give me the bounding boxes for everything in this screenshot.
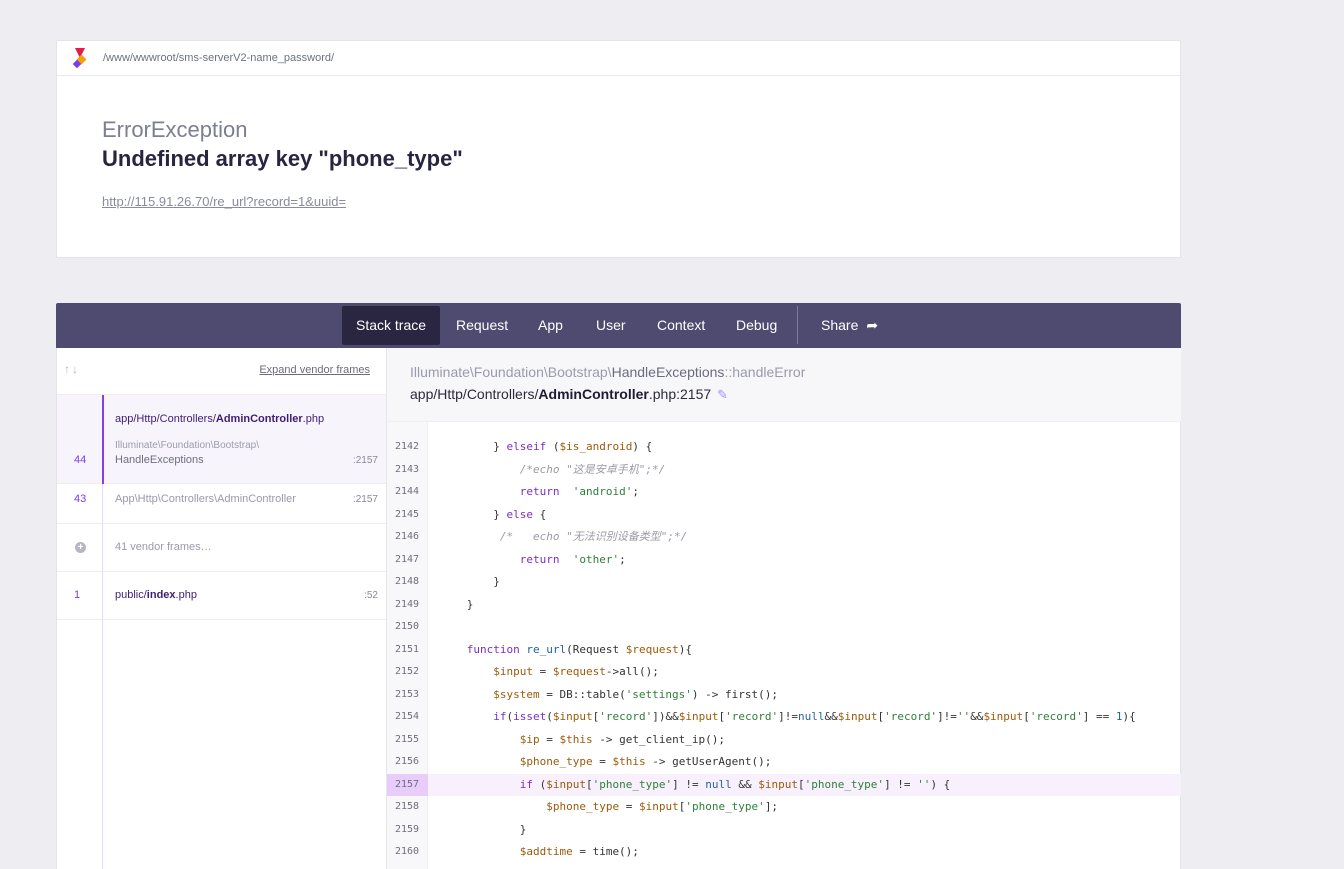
code-line: 2150 [395, 621, 420, 632]
frames-list: ↑↓ Expand vendor frames app/Http/Control… [57, 348, 387, 869]
frame-item-selected[interactable]: app/Http/Controllers/AdminController.php… [57, 395, 386, 484]
tab-stack-trace[interactable]: Stack trace [342, 306, 441, 345]
tab-debug[interactable]: Debug [722, 306, 791, 345]
frame-line: :2157 [352, 494, 378, 505]
code-line: 2148 } [395, 575, 500, 588]
frame-number: 1 [74, 589, 81, 601]
code-line: 2152 $input = $request->all(); [395, 665, 659, 678]
tab-bar: Stack trace Request App User Context Deb… [56, 303, 1181, 348]
share-button[interactable]: Share ➦ [807, 306, 892, 345]
frame-connector [102, 620, 103, 869]
frame-number: 44 [74, 454, 87, 466]
tab-user[interactable]: User [582, 306, 640, 345]
tab-request[interactable]: Request [442, 306, 522, 345]
frame-connector [102, 484, 103, 523]
code-line: 2155 $ip = $this -> get_client_ip(); [395, 732, 726, 746]
code-line: 2142 } elseif ($is_android) { [395, 440, 653, 453]
request-url-link[interactable]: http://115.91.26.70/re_url?record=1&uuid… [102, 194, 346, 209]
code-line: 2143 /*echo "这是安卓手机";*/ [395, 462, 666, 476]
edit-pencil-icon[interactable]: ✎ [717, 387, 728, 403]
code-line: 2146 /* echo "无法识别设备类型";*/ [395, 530, 688, 543]
code-line: 2158 $phone_type = $input['phone_type']; [395, 800, 779, 813]
share-arrow-icon: ➦ [866, 317, 879, 333]
frame-line: :2157 [352, 455, 378, 466]
frame-file: public/index.php [115, 589, 197, 601]
frame-item-43[interactable]: 43 App\Http\Controllers\AdminController … [57, 484, 386, 524]
selected-indicator [102, 395, 104, 484]
code-line: 2156 $phone_type = $this -> getUserAgent… [395, 755, 772, 768]
frame-line: :52 [364, 590, 378, 601]
frame-connector [102, 524, 103, 571]
vendor-frames-toggle[interactable]: + 41 vendor frames… [57, 524, 386, 572]
frames-header: ↑↓ Expand vendor frames [57, 348, 386, 395]
code-line-highlighted: 2157 if ($input['phone_type'] != null &&… [387, 773, 1181, 796]
frame-class: App\Http\Controllers\AdminController [115, 493, 296, 505]
share-label: Share [821, 317, 859, 333]
code-line: 2153 $system = DB::table('settings') -> … [395, 687, 779, 701]
code-line: 2160 $addtime = time(); [395, 845, 639, 858]
code-line: 2145 } else { [395, 507, 547, 521]
frame-class: Illuminate\Foundation\Bootstrap\ HandleEx… [115, 440, 259, 466]
frame-file: app/Http/Controllers/AdminController.php [115, 413, 325, 425]
source-file: app/Http/Controllers/AdminController.php… [410, 386, 729, 403]
code-snippet: 2142 } elseif ($is_android) { 2143 /*ech… [387, 422, 1181, 869]
vendor-frames-label: 41 vendor frames… [115, 541, 212, 553]
code-line: 2159 } [395, 822, 527, 836]
frame-connector [102, 572, 103, 619]
frame-number: 43 [74, 493, 87, 505]
stack-trace-panel: ↑↓ Expand vendor frames app/Http/Control… [56, 348, 1181, 869]
exception-class: ErrorException [102, 117, 248, 142]
source-view: Illuminate\Foundation\Bootstrap\HandleEx… [387, 348, 1181, 869]
exception-message: Undefined array key "phone_type" [102, 146, 463, 171]
ignition-logo-icon [72, 48, 87, 69]
frame-item-1[interactable]: 1 public/index.php :52 [57, 572, 386, 620]
code-line: 2151 function re_url(Request $request){ [395, 642, 692, 656]
code-line: 2144 return 'android'; [395, 485, 639, 498]
tab-app[interactable]: App [524, 306, 577, 345]
expand-plus-icon: + [75, 542, 86, 553]
tab-divider [797, 306, 798, 344]
expand-vendor-frames-link[interactable]: Expand vendor frames [259, 364, 370, 376]
project-path: /www/wwwroot/sms-serverV2-name_password/ [103, 52, 335, 64]
error-header-card: /www/wwwroot/sms-serverV2-name_password/… [56, 40, 1181, 258]
code-line: 2149 } [395, 597, 474, 611]
source-header: Illuminate\Foundation\Bootstrap\HandleEx… [387, 348, 1181, 422]
path-bar: /www/wwwroot/sms-serverV2-name_password/ [57, 41, 1180, 76]
code-line: 2154 if(isset($input['record'])&&$input[… [395, 710, 1136, 723]
code-line: 2147 return 'other'; [395, 552, 626, 566]
frame-nav-arrows-icon[interactable]: ↑↓ [64, 362, 80, 376]
source-class: Illuminate\Foundation\Bootstrap\HandleEx… [410, 364, 806, 380]
tab-context[interactable]: Context [643, 306, 719, 345]
